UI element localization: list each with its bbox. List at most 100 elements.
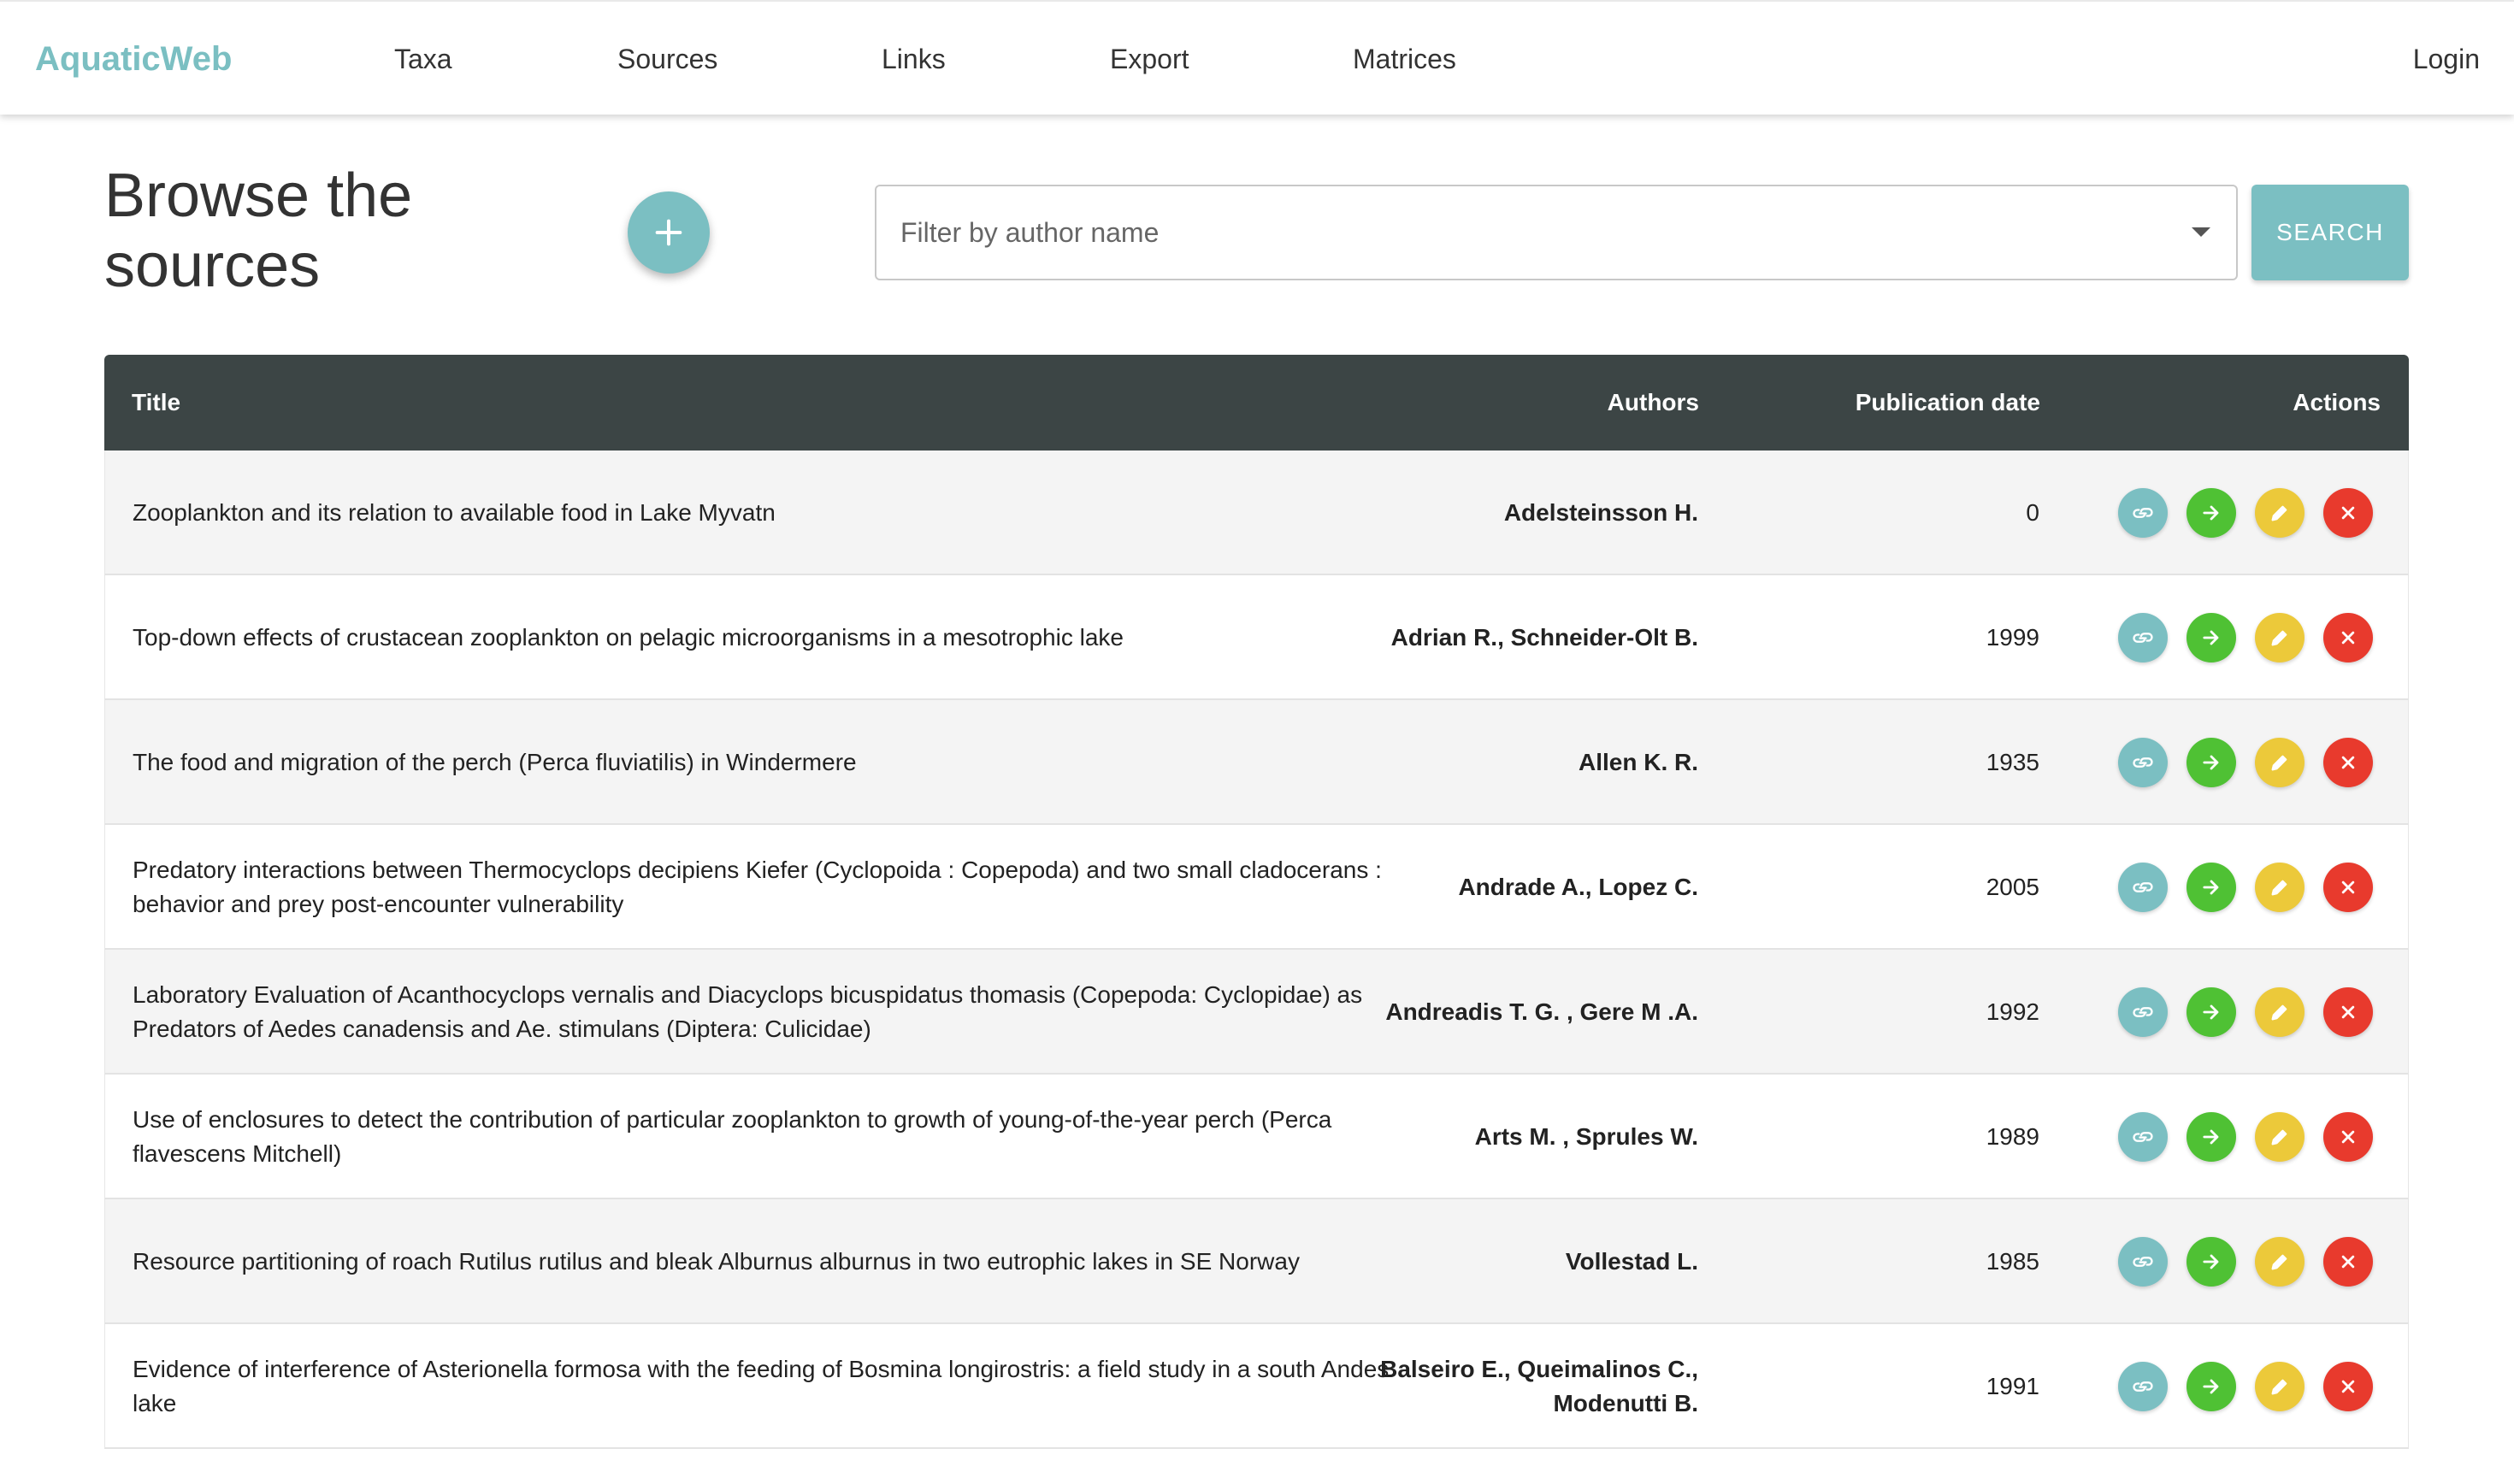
link-button[interactable] <box>2118 1112 2168 1162</box>
caret-down-icon[interactable] <box>2192 227 2210 237</box>
open-button[interactable] <box>2186 613 2236 662</box>
close-icon <box>2341 631 2355 645</box>
arrow-right-icon <box>2203 755 2219 770</box>
table-row: Top-down effects of crustacean zooplankt… <box>104 575 2409 700</box>
source-authors: Adelsteinsson H. <box>1503 499 1698 526</box>
edit-button[interactable] <box>2255 613 2304 662</box>
sources-table: Title Authors Publication date Actions Z… <box>104 355 2409 1449</box>
source-authors: Andreadis T. G. , Gere M .A. <box>1385 998 1698 1025</box>
arrow-right-icon <box>2203 1004 2219 1020</box>
open-button[interactable] <box>2186 1362 2236 1411</box>
table-row: Zooplankton and its relation to availabl… <box>104 450 2409 575</box>
table-row: The food and migration of the perch (Per… <box>104 700 2409 825</box>
source-authors: Vollestad L. <box>1565 1248 1698 1275</box>
edit-button[interactable] <box>2255 987 2304 1037</box>
delete-button[interactable] <box>2323 488 2373 538</box>
link-button[interactable] <box>2118 1237 2168 1287</box>
source-authors: Balseiro E., Queimalinos C., Modenutti B… <box>1380 1356 1698 1416</box>
delete-button[interactable] <box>2323 1112 2373 1162</box>
delete-button[interactable] <box>2323 863 2373 912</box>
close-icon <box>2341 1380 2355 1393</box>
link-button[interactable] <box>2118 1362 2168 1411</box>
open-button[interactable] <box>2186 863 2236 912</box>
link-icon <box>2133 633 2153 643</box>
author-filter-input[interactable] <box>876 186 2159 279</box>
header-publication-date: Publication date <box>1855 389 2040 415</box>
plus-icon <box>655 219 682 246</box>
edit-button[interactable] <box>2255 863 2304 912</box>
edit-button[interactable] <box>2255 1112 2304 1162</box>
table-row: Resource partitioning of roach Rutilus r… <box>104 1199 2409 1324</box>
source-publication-date: 1985 <box>1986 1248 2039 1275</box>
link-icon <box>2133 757 2153 768</box>
source-title: Predatory interactions between Thermocyc… <box>133 857 1382 917</box>
link-icon <box>2133 1007 2153 1017</box>
delete-button[interactable] <box>2323 1362 2373 1411</box>
nav-matrices[interactable]: Matrices <box>1353 39 1456 79</box>
link-button[interactable] <box>2118 987 2168 1037</box>
arrow-right-icon <box>2203 1129 2219 1145</box>
source-publication-date: 0 <box>2026 499 2039 526</box>
source-title: Resource partitioning of roach Rutilus r… <box>133 1248 1300 1275</box>
nav-taxa[interactable]: Taxa <box>394 39 452 79</box>
header-authors: Authors <box>1607 389 1699 415</box>
edit-button[interactable] <box>2255 488 2304 538</box>
source-publication-date: 1989 <box>1986 1123 2039 1150</box>
arrow-right-icon <box>2203 630 2219 645</box>
close-icon <box>2341 1130 2355 1144</box>
pencil-icon <box>2271 1129 2287 1145</box>
delete-button[interactable] <box>2323 987 2373 1037</box>
close-icon <box>2341 506 2355 520</box>
open-button[interactable] <box>2186 1237 2236 1287</box>
source-publication-date: 2005 <box>1986 874 2039 900</box>
edit-button[interactable] <box>2255 1237 2304 1287</box>
table-row: Laboratory Evaluation of Acanthocyclops … <box>104 950 2409 1075</box>
pencil-icon <box>2271 1254 2287 1270</box>
link-icon <box>2133 1132 2153 1142</box>
login-link[interactable]: Login <box>2413 39 2480 79</box>
pencil-icon <box>2271 1004 2287 1021</box>
link-button[interactable] <box>2118 488 2168 538</box>
edit-button[interactable] <box>2255 1362 2304 1411</box>
nav-sources[interactable]: Sources <box>617 39 717 79</box>
table-row: Predatory interactions between Thermocyc… <box>104 825 2409 950</box>
source-title: Evidence of interference of Asterionella… <box>133 1356 1390 1416</box>
source-authors: Arts M. , Sprules W. <box>1474 1123 1698 1150</box>
source-authors: Andrade A., Lopez C. <box>1458 874 1698 900</box>
source-publication-date: 1991 <box>1986 1373 2039 1399</box>
open-button[interactable] <box>2186 738 2236 787</box>
page-title: Browse the sources <box>104 162 413 300</box>
pencil-icon <box>2271 755 2287 771</box>
source-title: The food and migration of the perch (Per… <box>133 749 857 775</box>
add-source-button[interactable] <box>628 191 710 274</box>
source-title: Top-down effects of crustacean zooplankt… <box>133 624 1124 651</box>
link-button[interactable] <box>2118 738 2168 787</box>
header-title: Title <box>132 389 181 415</box>
close-icon <box>2341 756 2355 769</box>
table-header: Title Authors Publication date Actions <box>104 355 2409 450</box>
link-icon <box>2133 882 2153 892</box>
open-button[interactable] <box>2186 488 2236 538</box>
link-button[interactable] <box>2118 863 2168 912</box>
link-icon <box>2133 508 2153 518</box>
search-button[interactable]: SEARCH <box>2251 185 2409 280</box>
top-navbar: AquaticWeb Taxa Sources Links Export Mat… <box>0 0 2514 115</box>
link-button[interactable] <box>2118 613 2168 662</box>
author-filter[interactable] <box>875 185 2238 280</box>
source-title: Zooplankton and its relation to availabl… <box>133 499 776 526</box>
nav-links[interactable]: Links <box>882 39 946 79</box>
delete-button[interactable] <box>2323 613 2373 662</box>
open-button[interactable] <box>2186 1112 2236 1162</box>
edit-button[interactable] <box>2255 738 2304 787</box>
header-actions: Actions <box>2293 389 2381 415</box>
arrow-right-icon <box>2203 880 2219 895</box>
pencil-icon <box>2271 1379 2287 1395</box>
nav-export[interactable]: Export <box>1110 39 1189 79</box>
delete-button[interactable] <box>2323 738 2373 787</box>
table-body: Zooplankton and its relation to availabl… <box>104 450 2409 1449</box>
brand-logo[interactable]: AquaticWeb <box>35 38 232 80</box>
link-icon <box>2133 1257 2153 1267</box>
open-button[interactable] <box>2186 987 2236 1037</box>
delete-button[interactable] <box>2323 1237 2373 1287</box>
link-icon <box>2133 1381 2153 1392</box>
